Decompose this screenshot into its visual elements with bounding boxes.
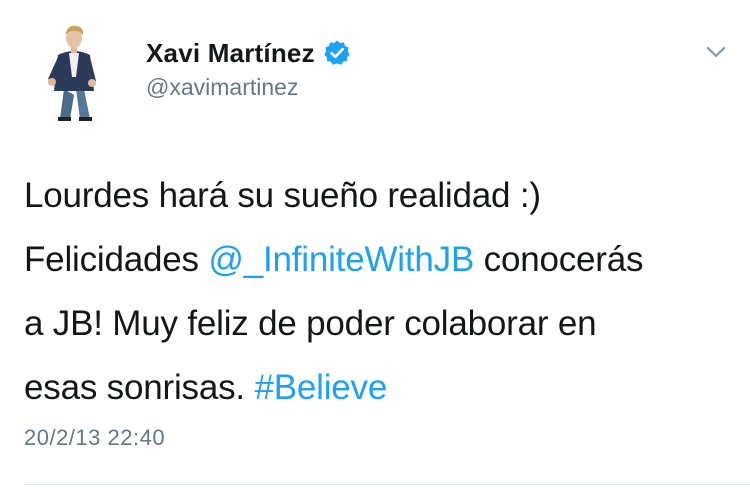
author-avatar[interactable] <box>24 19 126 121</box>
author-handle[interactable]: @xavimartinez <box>146 74 298 101</box>
tweet-line-4: esas sonrisas. #Believe <box>24 356 734 420</box>
tweet-text: Lourdes hará su sueño realidad :) Felici… <box>24 164 734 420</box>
tweet-timestamp[interactable]: 20/2/13 22:40 <box>24 425 165 451</box>
mention-link[interactable]: @_InfiniteWithJB <box>208 240 474 279</box>
tweet-line-2: Felicidades @_InfiniteWithJB conocerás <box>24 228 734 292</box>
tweet-line-3: a JB! Muy feliz de poder colaborar en <box>24 304 597 343</box>
hashtag-link[interactable]: #Believe <box>254 368 387 407</box>
divider <box>24 484 750 485</box>
tweet-line-1: Lourdes hará su sueño realidad :) <box>24 176 541 215</box>
verified-badge-icon <box>323 39 351 67</box>
avatar-photo-icon <box>24 19 126 121</box>
tweet-line-2-prefix: Felicidades <box>24 240 209 279</box>
chevron-down-icon[interactable] <box>704 40 728 64</box>
tweet-line-2-suffix: conocerás <box>474 240 644 279</box>
author-display-name[interactable]: Xavi Martínez <box>146 38 315 69</box>
tweet-card: Xavi Martínez @xavimartinez Lourdes hará… <box>0 0 750 490</box>
tweet-line-4-prefix: esas sonrisas. <box>24 368 255 407</box>
author-name-row: Xavi Martínez <box>146 36 351 70</box>
